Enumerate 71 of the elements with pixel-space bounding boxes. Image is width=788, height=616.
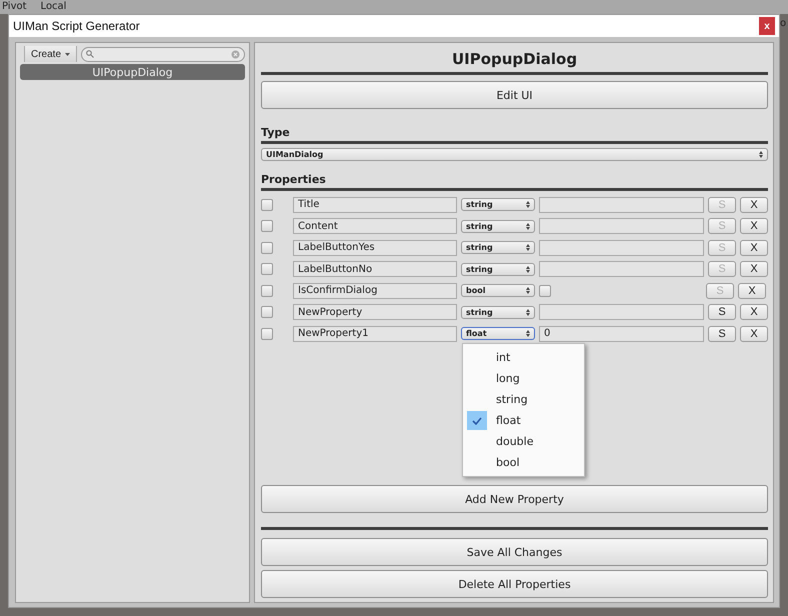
panel-title: UIPopupDialog xyxy=(452,49,578,70)
window-title: UIMan Script Generator xyxy=(13,19,140,33)
background-text: o xyxy=(780,18,786,29)
check-icon xyxy=(472,416,482,424)
value-field[interactable]: 0 xyxy=(539,326,704,342)
select-arrows-icon xyxy=(759,151,763,158)
value-field[interactable] xyxy=(539,304,704,320)
name-field[interactable]: LabelButtonNo xyxy=(293,261,457,278)
value-checkbox[interactable] xyxy=(539,284,551,297)
remove-button[interactable]: X xyxy=(740,304,768,320)
section-label: Properties xyxy=(261,173,327,186)
row-checkbox[interactable] xyxy=(261,306,273,318)
save-all-button[interactable]: Save All Changes xyxy=(261,538,768,566)
remove-button[interactable]: X xyxy=(738,282,766,299)
value-field[interactable] xyxy=(539,218,704,234)
menu-item[interactable]: double xyxy=(463,431,584,452)
remove-button[interactable]: X xyxy=(740,196,768,213)
toolbar-label: Pivot xyxy=(2,1,27,13)
row-checkbox[interactable] xyxy=(261,220,273,232)
select-arrows-icon xyxy=(526,222,530,230)
remove-button[interactable]: X xyxy=(740,240,768,256)
menu-item[interactable]: string xyxy=(463,389,584,410)
type-select[interactable]: float xyxy=(461,327,535,340)
type-select[interactable]: string xyxy=(461,262,535,276)
select-arrows-icon xyxy=(526,266,530,273)
value-field[interactable] xyxy=(539,261,704,278)
remove-button[interactable]: X xyxy=(740,326,768,342)
type-select[interactable]: bool xyxy=(461,284,535,298)
save-button[interactable]: S xyxy=(708,304,736,320)
row-checkbox[interactable] xyxy=(261,328,273,340)
name-field[interactable]: Content xyxy=(293,218,457,234)
remove-button[interactable]: X xyxy=(740,261,768,278)
name-field[interactable]: Title xyxy=(293,196,457,213)
menu-item[interactable]: long xyxy=(463,368,584,389)
name-field[interactable]: NewProperty1 xyxy=(293,326,457,342)
value-field[interactable] xyxy=(539,240,704,256)
close-button[interactable]: x xyxy=(759,17,775,35)
select-arrows-icon xyxy=(526,330,530,338)
select-arrows-icon xyxy=(526,201,530,208)
edit-ui-button[interactable]: Edit UI xyxy=(261,81,768,109)
name-field[interactable]: IsConfirmDialog xyxy=(293,282,457,299)
add-property-button[interactable]: Add New Property xyxy=(261,485,768,513)
remove-button[interactable]: X xyxy=(740,218,768,234)
type-select[interactable]: string xyxy=(461,220,535,233)
row-checkbox[interactable] xyxy=(261,284,273,297)
value-field[interactable] xyxy=(539,196,704,213)
clear-icon xyxy=(231,50,240,58)
create-button[interactable]: Create xyxy=(24,46,78,62)
type-select[interactable]: string xyxy=(461,198,535,212)
toolbar-label: Local xyxy=(40,1,66,13)
menu-item[interactable]: bool xyxy=(463,452,584,473)
type-select[interactable]: UIManDialog xyxy=(261,148,768,161)
select-arrows-icon xyxy=(526,308,530,316)
row-checkbox[interactable] xyxy=(261,198,273,211)
name-field[interactable]: NewProperty xyxy=(293,304,457,320)
menu-item[interactable]: int xyxy=(463,347,584,368)
save-button[interactable]: S xyxy=(708,326,736,342)
delete-all-button[interactable]: Delete All Properties xyxy=(261,570,768,598)
name-field[interactable]: LabelButtonYes xyxy=(293,240,457,256)
row-checkbox[interactable] xyxy=(261,263,273,276)
search-field[interactable] xyxy=(81,46,245,62)
type-select[interactable]: string xyxy=(461,306,535,319)
sidebar-item[interactable]: UIPopupDialog xyxy=(20,64,245,80)
search-icon xyxy=(86,50,94,58)
type-select[interactable]: string xyxy=(461,241,535,254)
row-checkbox[interactable] xyxy=(261,242,273,254)
select-arrows-icon xyxy=(526,244,530,252)
select-arrows-icon xyxy=(526,287,530,294)
section-label: Type xyxy=(261,126,291,139)
menu-item[interactable]: float xyxy=(463,410,584,431)
caret-icon xyxy=(65,52,70,56)
